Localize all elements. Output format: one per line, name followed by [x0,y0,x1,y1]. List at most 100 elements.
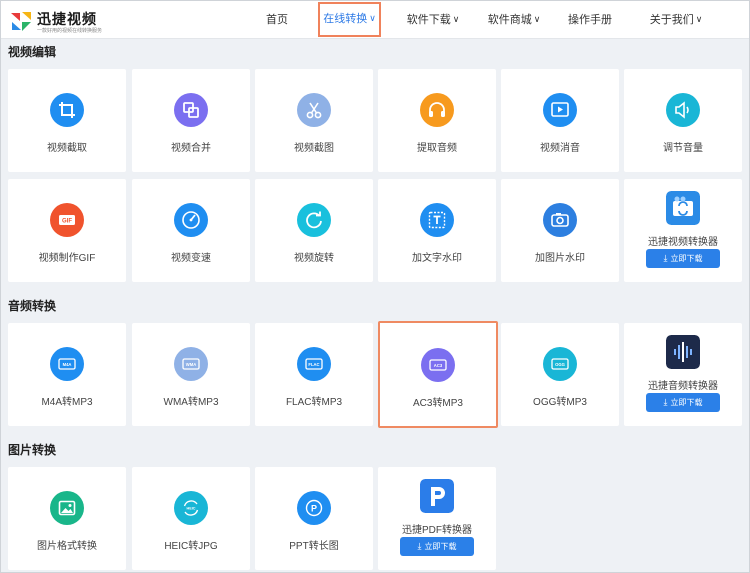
audio-converter-app-icon [666,335,700,369]
download-button[interactable]: ⤓ 立即下载 [646,393,720,412]
tool-label: WMA转MP3 [163,397,219,408]
tool-card-extract-audio[interactable]: 提取音频 [378,69,496,172]
tool-card-video-rotate[interactable]: 视频旋转 [255,179,373,282]
download-button-label: 立即下载 [424,542,457,551]
nav-manual[interactable]: 操作手册 [564,1,616,39]
promo-card-video-converter: 迅捷视频转换器 ⤓ 立即下载 [624,179,742,282]
brand-tagline: 一款好用的视频在线转换服务 [37,28,103,34]
download-button-label: 立即下载 [670,254,703,263]
tool-card-video-crop[interactable]: 视频截取 [8,69,126,172]
tool-card-heic-to-jpg[interactable]: HEIC HEIC转JPG [132,467,250,570]
download-button[interactable]: ⤓ 立即下载 [646,249,720,268]
svg-text:GIF: GIF [62,219,72,225]
download-button[interactable]: ⤓ 立即下载 [400,537,474,556]
scissors-icon [297,93,331,127]
nav-home[interactable]: 首页 [259,1,295,39]
tool-label: 图片格式转换 [37,541,97,552]
flac-icon: FLAC [297,347,331,381]
svg-text:FLAC: FLAC [308,362,319,367]
nav-software-download-label: 软件下载 [406,14,451,26]
tool-label: 视频旋转 [294,253,334,264]
tool-card-ac3-to-mp3[interactable]: AC3 AC3转MP3 [378,321,498,428]
tool-label: M4A转MP3 [41,397,93,408]
pdf-converter-app-icon [420,479,454,513]
tool-card-video-mute[interactable]: 视频消音 [501,69,619,172]
svg-text:M4A: M4A [63,362,72,367]
brand-logo[interactable]: 迅捷视频 一款好用的视频在线转换服务 [9,7,109,35]
ogg-icon: OGG [543,347,577,381]
tool-card-video-gif[interactable]: GIF 视频制作GIF [8,179,126,282]
promo-label: 迅捷PDF转换器 [402,525,472,536]
ppt-icon: P [297,491,331,525]
gif-icon: GIF [50,203,84,237]
promo-label: 迅捷音频转换器 [648,381,718,392]
svg-text:HEIC: HEIC [186,507,195,511]
download-icon: ⤓ [663,253,668,263]
headphones-icon [420,93,454,127]
chevron-down-icon: ∨ [452,14,460,24]
speed-gauge-icon [174,203,208,237]
tool-card-wma-to-mp3[interactable]: WMA WMA转MP3 [132,323,250,426]
tool-card-flac-to-mp3[interactable]: FLAC FLAC转MP3 [255,323,373,426]
tool-card-ogg-to-mp3[interactable]: OGG OGG转MP3 [501,323,619,426]
tool-card-video-merge[interactable]: 视频合并 [132,69,250,172]
tool-label: HEIC转JPG [164,541,218,552]
ac3-icon: AC3 [421,348,455,382]
text-watermark-icon [420,203,454,237]
merge-icon [174,93,208,127]
tool-label: FLAC转MP3 [285,397,343,408]
chevron-down-icon: ∨ [369,13,376,23]
nav-online-convert[interactable]: 在线转换 ∨ [318,2,381,37]
brand-logo-icon [11,12,31,31]
crop-icon [50,93,84,127]
svg-text:OGG: OGG [555,362,565,367]
brand-name: 迅捷视频 [37,11,97,27]
tool-label: 提取音频 [417,143,457,154]
chevron-down-icon: ∨ [695,14,703,24]
tool-label: 视频截图 [294,143,334,154]
video-converter-app-icon [666,191,700,225]
tool-card-ppt-to-image[interactable]: P PPT转长图 [255,467,373,570]
promo-card-audio-converter: 迅捷音频转换器 ⤓ 立即下载 [624,323,742,426]
nav-about[interactable]: 关于我们 ∨ [646,1,706,39]
svg-text:WMA: WMA [186,362,196,367]
download-button-label: 立即下载 [670,398,703,407]
top-navbar: 迅捷视频 一款好用的视频在线转换服务 首页 在线转换 ∨ 软件下载 ∨ 软件商城 ∨ … [1,1,749,39]
tool-card-m4a-to-mp3[interactable]: M4A M4A转MP3 [8,323,126,426]
svg-text:AC3: AC3 [434,363,443,368]
tool-card-video-screenshot[interactable]: 视频截图 [255,69,373,172]
tool-label: 视频制作GIF [38,253,96,264]
nav-software-store-label: 软件商城 [487,14,532,26]
tool-card-image-format[interactable]: 图片格式转换 [8,467,126,570]
section-title-audio: 音频转换 [8,299,57,313]
tool-label: 加图片水印 [535,253,585,264]
nav-software-download[interactable]: 软件下载 ∨ [403,1,463,39]
tool-label: 视频消音 [540,143,580,154]
image-watermark-icon [543,203,577,237]
download-icon: ⤓ [417,541,422,551]
tool-card-text-watermark[interactable]: 加文字水印 [378,179,496,282]
tool-label: AC3转MP3 [412,398,463,409]
download-icon: ⤓ [663,397,668,407]
nav-about-label: 关于我们 [649,14,694,26]
chevron-down-icon: ∨ [533,14,541,24]
play-mute-icon [543,93,577,127]
tool-label: OGG转MP3 [533,397,587,408]
section-title-video: 视频编辑 [8,45,57,59]
tool-label: PPT转长图 [289,541,339,552]
tool-card-image-watermark[interactable]: 加图片水印 [501,179,619,282]
nav-online-convert-label: 在线转换 [323,13,368,25]
heic-icon: HEIC [174,491,208,525]
nav-home-label: 首页 [266,14,288,26]
promo-label: 迅捷视频转换器 [648,237,718,248]
m4a-icon: M4A [50,347,84,381]
tool-label: 调节音量 [663,143,703,154]
promo-card-pdf-converter: 迅捷PDF转换器 ⤓ 立即下载 [378,467,496,570]
nav-software-store[interactable]: 软件商城 ∨ [484,1,544,39]
tool-card-video-speed[interactable]: 视频变速 [132,179,250,282]
image-format-icon [50,491,84,525]
tool-label: 视频变速 [171,253,211,264]
volume-icon [666,93,700,127]
wma-icon: WMA [174,347,208,381]
tool-card-adjust-volume[interactable]: 调节音量 [624,69,742,172]
